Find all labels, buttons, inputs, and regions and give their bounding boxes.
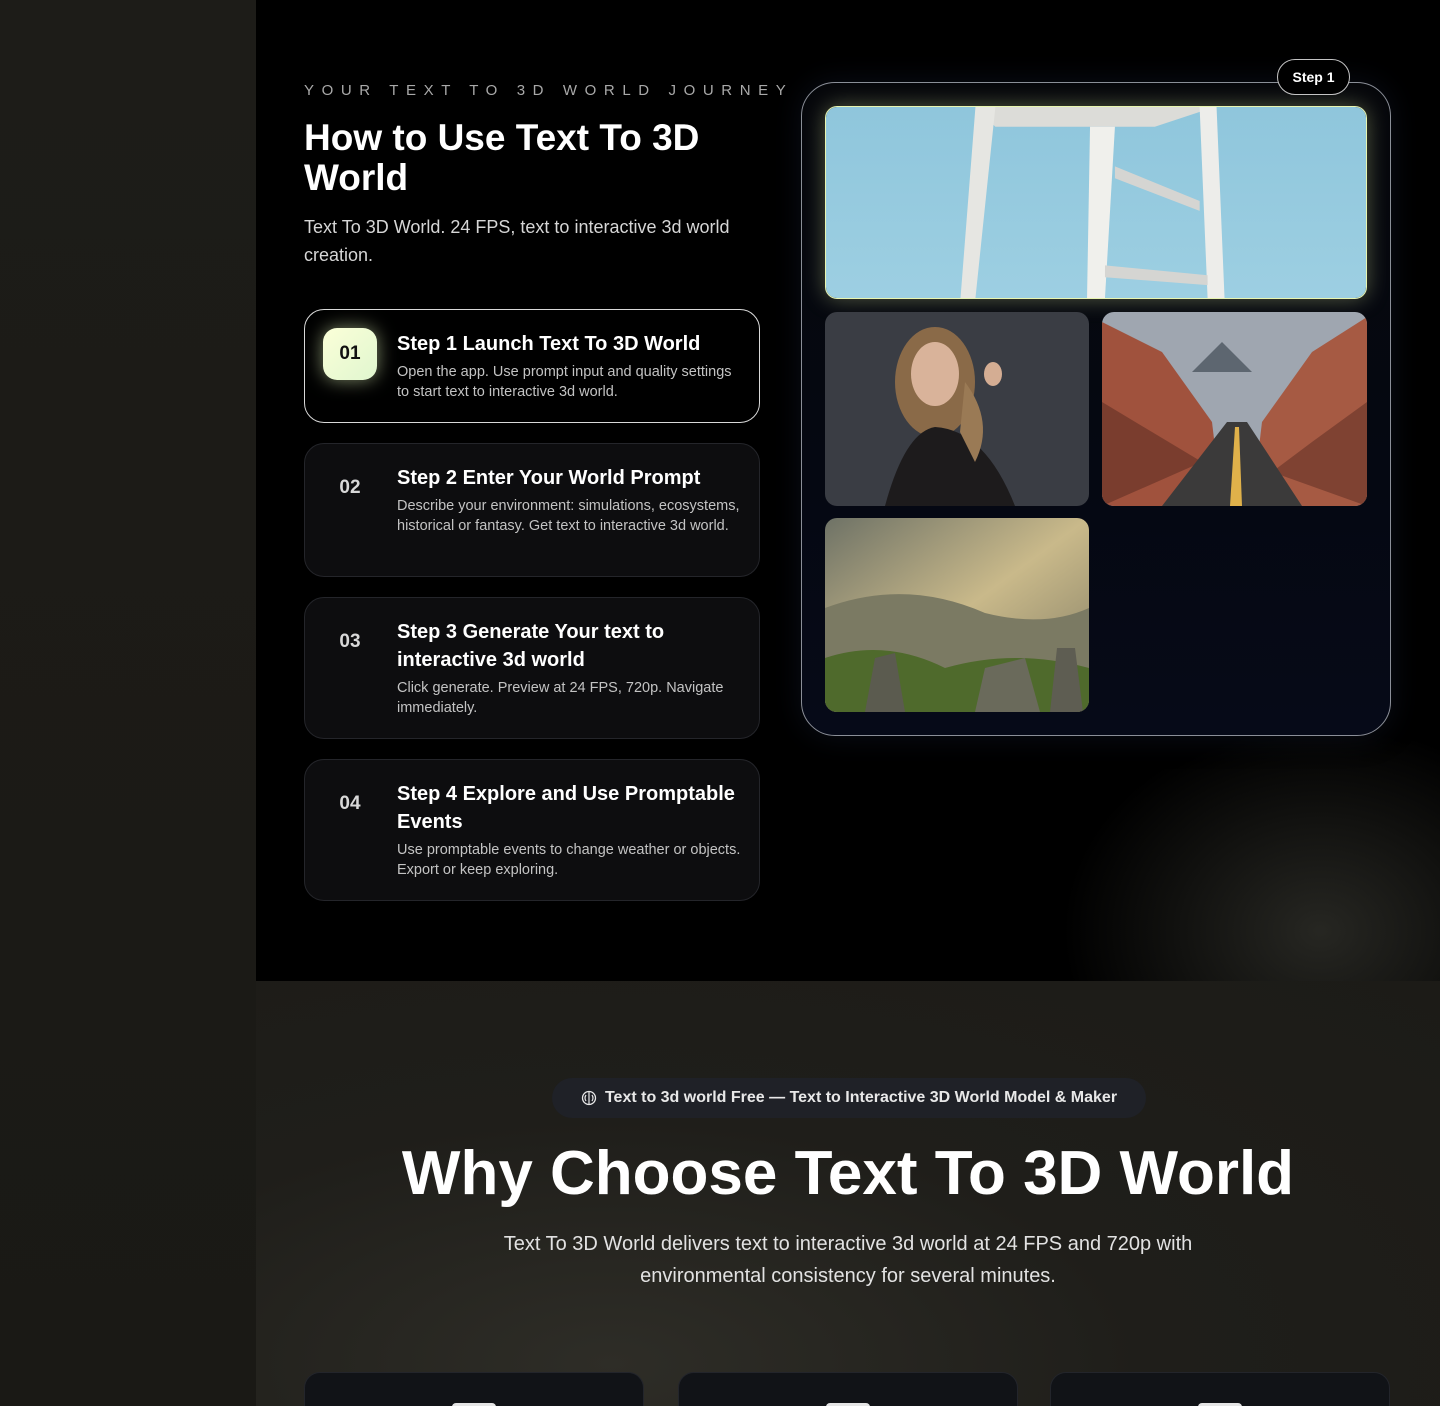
step-card-3[interactable]: 03 Step 3 Generate Your text to interact… bbox=[304, 597, 760, 739]
step-description: Click generate. Preview at 24 FPS, 720p.… bbox=[397, 680, 724, 716]
step-card-2[interactable]: 02 Step 2 Enter Your World Prompt Descri… bbox=[304, 443, 760, 577]
woman-portrait-image bbox=[825, 312, 1089, 506]
left-gutter bbox=[0, 0, 256, 1406]
why-subtitle: Text To 3D World delivers text to intera… bbox=[503, 1233, 1193, 1287]
step-description: Open the app. Use prompt input and quali… bbox=[397, 364, 732, 400]
step-number: 04 bbox=[339, 793, 361, 814]
section-eyebrow: YOUR TEXT TO 3D WORLD JOURNEY bbox=[304, 82, 794, 99]
how-title: How to Use Text To 3D World bbox=[304, 117, 700, 198]
feature-card-3 bbox=[1050, 1372, 1390, 1406]
badge-label: Text to 3d world Free — Text to Interact… bbox=[604, 1089, 1118, 1106]
brain-icon bbox=[581, 1090, 597, 1106]
step-description: Use promptable events to change weather … bbox=[397, 842, 741, 878]
step-number: 03 bbox=[339, 631, 361, 652]
feature-card-2 bbox=[678, 1372, 1018, 1406]
step-title: Step 2 Enter Your World Prompt bbox=[397, 467, 701, 489]
why-badge: Text to 3d world Free — Text to Interact… bbox=[552, 1078, 1146, 1118]
white-chair-sky-image bbox=[825, 106, 1367, 299]
step-number: 01 bbox=[323, 328, 377, 380]
step-title: Step 4 Explore and Use Promptable Events bbox=[397, 783, 735, 833]
step-card-1[interactable]: 01 Step 1 Launch Text To 3D World Open t… bbox=[304, 309, 760, 423]
step-description: Describe your environment: simulations, … bbox=[397, 498, 740, 534]
feature-card-1 bbox=[304, 1372, 644, 1406]
step-number: 02 bbox=[339, 477, 361, 498]
mountain-valley-image bbox=[825, 518, 1089, 712]
step-indicator-pill: Step 1 bbox=[1277, 59, 1350, 95]
why-title: Why Choose Text To 3D World bbox=[401, 1139, 1295, 1208]
step-card-4[interactable]: 04 Step 4 Explore and Use Promptable Eve… bbox=[304, 759, 760, 901]
how-subtitle: Text To 3D World. 24 FPS, text to intera… bbox=[304, 217, 730, 265]
step-title: Step 1 Launch Text To 3D World bbox=[397, 333, 701, 355]
step-title: Step 3 Generate Your text to interactive… bbox=[397, 621, 665, 671]
desert-canyon-road-image bbox=[1102, 312, 1367, 506]
